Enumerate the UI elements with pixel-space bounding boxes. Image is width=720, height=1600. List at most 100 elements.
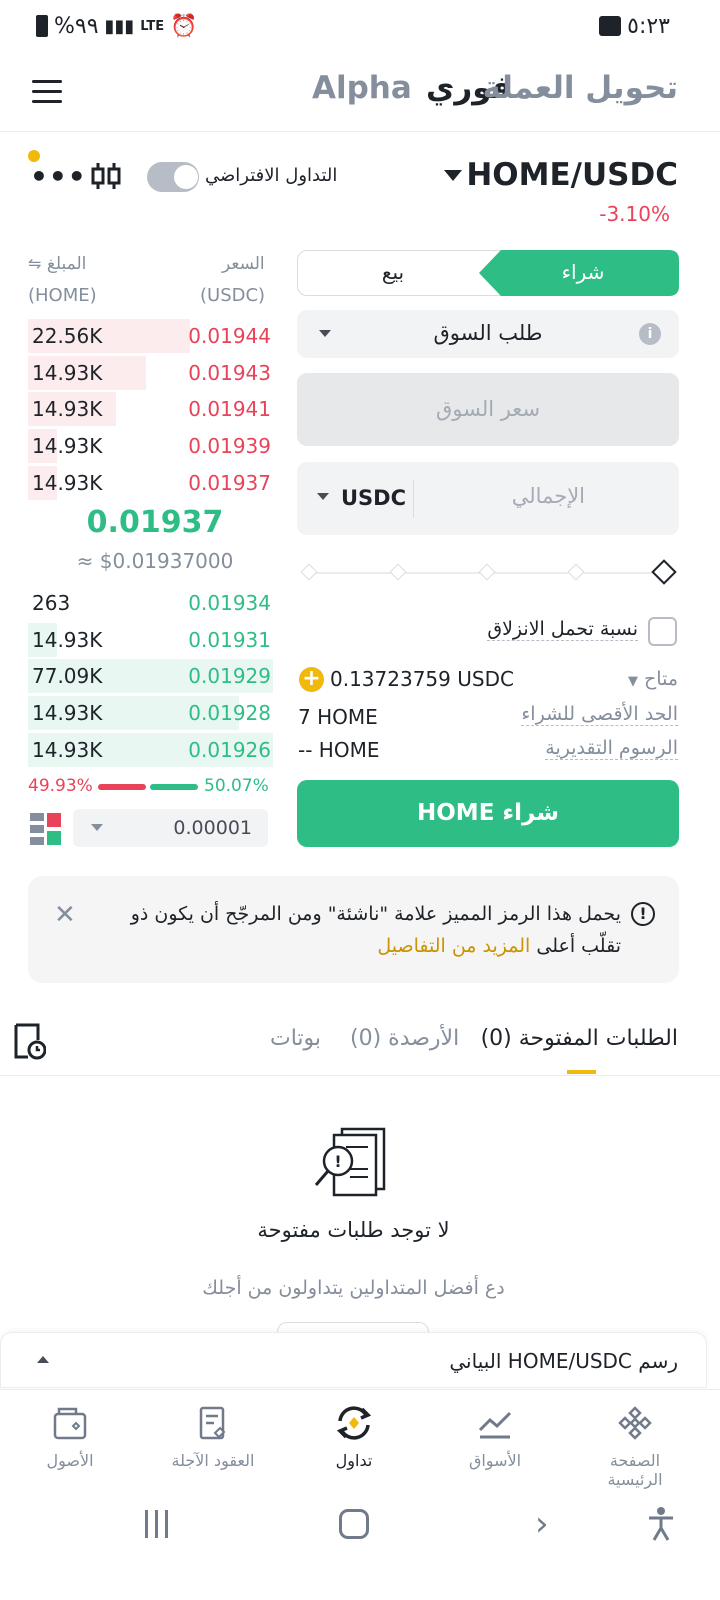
available-label[interactable]: متاح ▼: [628, 668, 678, 690]
nav-divider: [0, 1389, 720, 1390]
nav-trade[interactable]: تداول: [318, 1405, 390, 1470]
tab-convert[interactable]: تحويل العملة: [482, 70, 678, 106]
slider-mark-25[interactable]: [567, 563, 585, 581]
alarm-icon: ⏰: [170, 13, 198, 39]
nav-assets-label: الأصول: [46, 1451, 94, 1470]
available-value: 0.13723759 USDC: [330, 667, 514, 691]
info-icon[interactable]: i: [639, 323, 661, 345]
ask-row[interactable]: 14.93K 0.01941: [28, 392, 273, 427]
battery-icon: [36, 15, 48, 37]
nav-markets-label: الأسواق: [468, 1451, 522, 1470]
image-notification-icon: [599, 16, 622, 36]
active-tab-indicator: [567, 1070, 596, 1074]
bid-amount: 14.93K: [32, 701, 103, 726]
total-field[interactable]: USDC الإجمالي: [297, 462, 679, 535]
bid-row[interactable]: 77.09K 0.01929: [28, 659, 273, 694]
bid-row[interactable]: 263 0.01934: [28, 586, 273, 620]
order-type-select[interactable]: طلب السوق i: [297, 310, 679, 358]
chart-bar[interactable]: رسم HOME/USDC البياني: [0, 1332, 707, 1388]
tab-alpha[interactable]: Alpha: [312, 70, 412, 106]
pair-dropdown-icon[interactable]: [444, 170, 462, 181]
sell-ratio: 49.93%: [28, 776, 93, 796]
fees-label[interactable]: الرسوم التقديرية: [545, 737, 678, 760]
max-buy-value: 7 HOME: [298, 705, 378, 729]
field-divider: [413, 480, 414, 518]
bid-price: 0.01928: [188, 701, 271, 726]
nav-home[interactable]: الصفحة الرئيسية: [580, 1405, 690, 1489]
nav-futures[interactable]: العقود الآجلة: [165, 1405, 261, 1470]
tab-bots[interactable]: بوتات: [270, 1026, 321, 1051]
pair-change: -3.10%: [599, 202, 670, 226]
bid-amount: 14.93K: [32, 737, 103, 762]
swap-icon[interactable]: ⇋: [28, 254, 41, 273]
slippage-checkbox[interactable]: [648, 617, 677, 646]
empty-orders-icon: !: [314, 1127, 386, 1197]
orderbook-layout-icon[interactable]: [30, 813, 62, 845]
bid-row[interactable]: 14.93K 0.01931: [28, 622, 273, 657]
bid-price: 0.01931: [188, 627, 271, 652]
bid-price: 0.01929: [188, 664, 271, 689]
more-options-icon[interactable]: •••: [30, 160, 87, 193]
home-diamond-icon: [618, 1406, 652, 1440]
total-currency[interactable]: USDC: [341, 486, 406, 510]
slippage-label[interactable]: نسبة تحمل الانزلاق: [487, 618, 638, 641]
svg-text:!: !: [334, 1152, 341, 1171]
market-price-field: سعر السوق: [297, 373, 679, 446]
bid-price: 0.01926: [188, 737, 271, 762]
network-text: LTE: [140, 18, 165, 34]
recent-apps-icon[interactable]: [143, 1510, 171, 1538]
notice-text: يحمل هذا الرمز المميز علامة "ناشئة" ومن …: [130, 903, 621, 957]
status-left: %٩٩ ▮▮▮ LTE ⏰: [36, 10, 198, 42]
bid-row[interactable]: 14.93K 0.01926: [28, 732, 273, 767]
nav-markets[interactable]: الأسواق: [455, 1405, 535, 1470]
pair-name[interactable]: HOME/USDC: [466, 157, 678, 193]
order-history-icon[interactable]: [12, 1022, 46, 1060]
notice-details-link[interactable]: المزيد من التفاصيل: [377, 935, 530, 957]
demo-trading-toggle[interactable]: [147, 162, 199, 192]
max-buy-label[interactable]: الحد الأقصى للشراء: [521, 703, 678, 726]
ask-row[interactable]: 14.93K 0.01939: [28, 429, 273, 464]
tab-open-orders[interactable]: الطلبات المفتوحة (0): [481, 1026, 678, 1051]
ask-row[interactable]: 14.93K 0.01943: [28, 355, 273, 390]
bid-price: 0.01934: [188, 591, 271, 615]
nav-home-label: الصفحة الرئيسية: [607, 1451, 663, 1489]
bid-amount: 263: [32, 591, 71, 615]
accessibility-icon[interactable]: [646, 1506, 676, 1542]
sell-tab[interactable]: بيع: [298, 251, 488, 294]
chart-bar-label: رسم HOME/USDC البياني: [449, 1349, 678, 1373]
slider-mark-50[interactable]: [478, 563, 496, 581]
fees-value: -- HOME: [298, 738, 380, 762]
slider-mark-75[interactable]: [389, 563, 407, 581]
order-type-label: طلب السوق: [433, 321, 543, 345]
buy-tab[interactable]: شراء: [488, 251, 678, 294]
add-funds-icon[interactable]: +: [299, 667, 324, 692]
buy-button[interactable]: شراء HOME: [297, 780, 679, 847]
close-icon[interactable]: ✕: [54, 900, 76, 930]
bid-amount: 14.93K: [32, 627, 103, 652]
battery-text: %٩٩: [54, 13, 99, 39]
amount-unit: (HOME): [28, 285, 97, 306]
chevron-down-icon: [91, 824, 103, 831]
ask-row[interactable]: 14.93K 0.01937: [28, 465, 273, 500]
back-icon[interactable]: ›: [535, 1504, 549, 1544]
price-unit: (USDC): [200, 285, 266, 306]
demo-trading-label: التداول الافتراضي: [205, 165, 338, 186]
precision-select[interactable]: 0.00001: [73, 809, 268, 847]
candlestick-chart-icon[interactable]: [90, 160, 122, 192]
tab-balances[interactable]: الأرصدة (0): [350, 1026, 459, 1051]
signal-icon: ▮▮▮: [104, 15, 135, 37]
slider-handle[interactable]: [651, 559, 677, 585]
menu-icon[interactable]: [32, 80, 62, 104]
nav-assets[interactable]: الأصول: [38, 1405, 102, 1470]
ask-amount: 22.56K: [32, 324, 103, 348]
home-button-icon[interactable]: [339, 1509, 369, 1539]
amount-header: ⇋ المبلغ: [28, 254, 87, 274]
bid-row[interactable]: 14.93K 0.01928: [28, 696, 273, 731]
tabs-divider: [0, 1075, 720, 1076]
ask-amount: 14.93K: [32, 397, 103, 422]
ask-price: 0.01941: [188, 397, 271, 422]
ratio-bar: [98, 784, 198, 790]
empty-title: لا توجد طلبات مفتوحة: [257, 1218, 450, 1242]
ask-row[interactable]: 22.56K 0.01944: [28, 319, 273, 353]
chevron-down-icon: [317, 493, 329, 500]
